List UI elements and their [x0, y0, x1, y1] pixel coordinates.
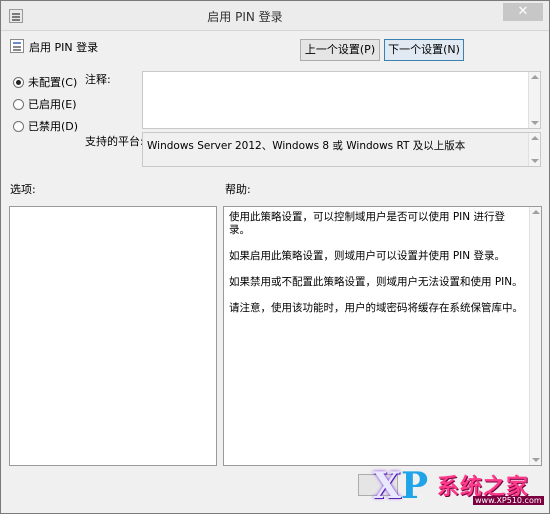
platform-scrollbar[interactable]: [528, 133, 540, 166]
help-paragraph: 如果启用此策略设置，则域用户可以设置并使用 PIN 登录。: [229, 250, 505, 262]
platform-field: Windows Server 2012、Windows 8 或 Windows …: [142, 132, 541, 167]
radio-not-configured[interactable]: 未配置(C): [13, 74, 77, 90]
radio-disabled[interactable]: 已禁用(D): [13, 118, 78, 134]
comment-label: 注释:: [85, 73, 111, 86]
help-text: 使用此策略设置，可以控制域用户是否可以使用 PIN 进行登录。 如果启用此策略设…: [229, 211, 525, 328]
options-label: 选项:: [10, 183, 36, 196]
site-watermark-logo: X P 系统之家 www.XP510.com: [373, 463, 545, 509]
help-panel: 使用此策略设置，可以控制域用户是否可以使用 PIN 进行登录。 如果启用此策略设…: [223, 206, 542, 466]
close-button[interactable]: ✕: [503, 3, 543, 21]
scroll-down-icon[interactable]: [531, 159, 539, 163]
platform-label: 支持的平台:: [85, 135, 144, 148]
watermark-p-letter: P: [401, 465, 429, 507]
options-panel: [9, 206, 217, 466]
help-label: 帮助:: [225, 183, 251, 196]
title-bar: 启用 PIN 登录 ✕: [1, 1, 549, 31]
comment-field[interactable]: [142, 71, 541, 129]
help-paragraph: 如果禁用或不配置此策略设置，则域用户无法设置和使用 PIN。: [229, 276, 523, 288]
scroll-down-icon[interactable]: [532, 458, 540, 462]
next-setting-button[interactable]: 下一个设置(N): [384, 39, 464, 61]
scroll-up-icon[interactable]: [531, 136, 539, 140]
policy-setting-icon: [10, 39, 24, 53]
scroll-up-icon[interactable]: [532, 210, 540, 214]
radio-enabled[interactable]: 已启用(E): [13, 96, 77, 112]
help-scrollbar[interactable]: [529, 207, 541, 465]
radio-not-configured-circle[interactable]: [13, 76, 24, 88]
window-title: 启用 PIN 登录: [207, 10, 283, 24]
help-paragraph: 请注意，使用该功能时，用户的域密码将缓存在系统保管库中。: [229, 302, 523, 314]
watermark-url: www.XP510.com: [473, 496, 544, 505]
radio-not-configured-label: 未配置(C): [28, 76, 78, 89]
scroll-down-icon[interactable]: [531, 121, 539, 125]
policy-name: 启用 PIN 登录: [29, 41, 99, 54]
policy-dialog: 启用 PIN 登录 ✕ 启用 PIN 登录 上一个设置(P) 下一个设置(N) …: [0, 0, 550, 514]
comment-scrollbar[interactable]: [528, 72, 540, 128]
previous-setting-button[interactable]: 上一个设置(P): [300, 39, 380, 61]
watermark-x-letter: X: [373, 465, 401, 507]
help-paragraph: 使用此策略设置，可以控制域用户是否可以使用 PIN 进行登录。: [229, 211, 505, 236]
platform-value: Windows Server 2012、Windows 8 或 Windows …: [147, 140, 466, 152]
scroll-up-icon[interactable]: [531, 75, 539, 79]
radio-disabled-circle[interactable]: [13, 120, 24, 132]
radio-enabled-label: 已启用(E): [28, 98, 77, 111]
radio-enabled-circle[interactable]: [13, 98, 24, 110]
radio-disabled-label: 已禁用(D): [28, 120, 79, 133]
